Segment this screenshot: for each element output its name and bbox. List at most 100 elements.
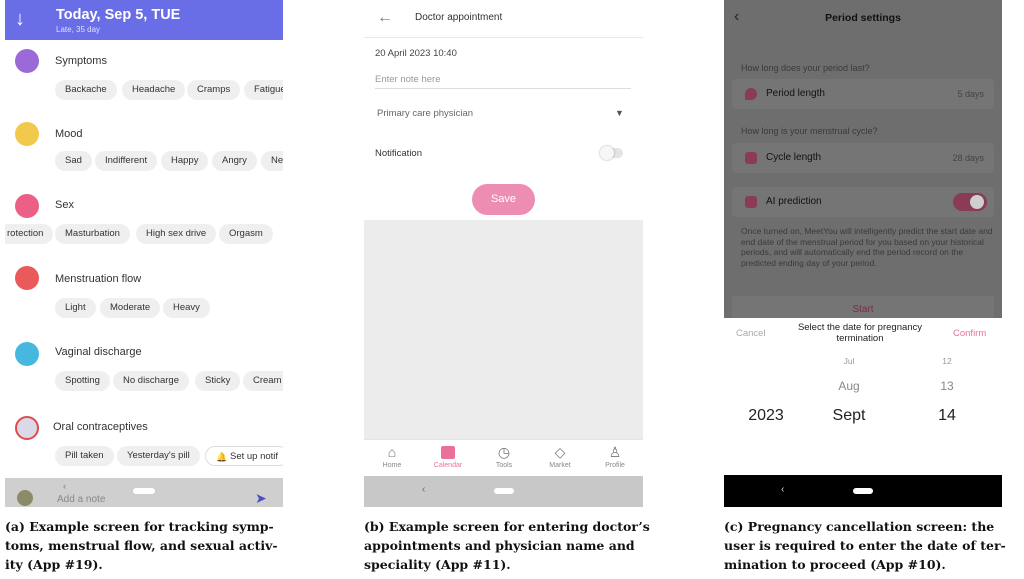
section-mood: Mood Sad Indifferent Happy Angry Ne <box>5 113 283 183</box>
section-menstruation-flow: Menstruation flow Light Moderate Heavy <box>5 260 283 332</box>
caption-c: (c) Pregnancy cancellation screen: the u… <box>724 519 1006 572</box>
ai-icon <box>745 196 757 208</box>
section-symptoms: Symptoms Backache Headache Cramps Fatigu… <box>5 40 283 110</box>
chip[interactable]: Moderate <box>100 298 161 318</box>
cancel-button[interactable]: Cancel <box>736 328 766 339</box>
home-indicator[interactable] <box>853 488 873 494</box>
nav-label: Calendar <box>433 462 463 469</box>
nav-home[interactable]: ⌂ Home <box>364 442 420 469</box>
chip[interactable]: Headache <box>122 80 186 100</box>
chip[interactable]: Yesterday's pill <box>117 446 200 466</box>
chip[interactable]: High sex drive <box>136 224 217 244</box>
system-nav-bar: ‹ <box>364 476 643 507</box>
sheet-title: Select the date for pregnancy terminatio… <box>797 322 923 344</box>
chip[interactable]: Orgasm <box>219 224 273 244</box>
symptom-tracker-screen: ↓ Today, Sep 5, TUE Late, 35 day Symptom… <box>5 0 283 507</box>
year-picker-selected[interactable]: 2023 <box>744 407 788 425</box>
arrow-down-icon[interactable]: ↓ <box>15 8 25 31</box>
chip[interactable]: Pill taken <box>55 446 114 466</box>
empty-area <box>364 220 643 439</box>
doctor-appointment-screen: ← Doctor appointment 20 April 2023 10:40… <box>364 0 643 507</box>
section-oral-contraceptives: Oral contraceptives Pill taken Yesterday… <box>5 408 283 478</box>
notification-toggle[interactable] <box>600 146 623 160</box>
month-picker-item[interactable]: Aug <box>829 379 869 393</box>
nav-tools[interactable]: ◷ Tools <box>476 442 532 469</box>
section-title: Sex <box>55 199 74 211</box>
period-length-row[interactable]: Period length 5 days <box>732 79 994 109</box>
tools-icon: ◷ <box>497 444 511 460</box>
caption-b: (b) Example screen for entering doctor’s… <box>364 519 650 572</box>
header-date: Today, Sep 5, TUE <box>56 7 181 23</box>
bell-icon: 🔔 <box>216 452 228 462</box>
month-picker-item[interactable]: Jul <box>829 356 869 366</box>
home-indicator[interactable] <box>494 488 514 494</box>
day-picker-item[interactable]: 12 <box>932 356 962 366</box>
chip[interactable]: Backache <box>55 80 117 100</box>
mood-emoji-icon <box>15 122 39 146</box>
system-nav-bar: ‹ <box>724 475 1002 507</box>
day-picker-item[interactable]: 13 <box>932 379 962 393</box>
nav-profile[interactable]: ♙ Profile <box>587 442 643 469</box>
profile-icon: ♙ <box>608 444 622 460</box>
nav-market[interactable]: ◇ Market <box>532 442 588 469</box>
physician-select[interactable]: Primary care physician <box>377 108 473 119</box>
section-vaginal-discharge: Vaginal discharge Spotting No discharge … <box>5 334 283 406</box>
set-up-notification-chip[interactable]: 🔔 Set up notif <box>205 446 283 466</box>
nav-label: Profile <box>605 462 625 469</box>
chip[interactable]: Spotting <box>55 371 110 391</box>
send-icon[interactable]: ➤ <box>255 490 267 507</box>
chip[interactable]: Heavy <box>163 298 210 318</box>
save-button[interactable]: Save <box>472 184 535 215</box>
nav-label: Home <box>382 462 402 469</box>
datetime-field[interactable]: 20 April 2023 10:40 <box>375 48 457 59</box>
cycle-icon <box>745 152 757 164</box>
date-picker-sheet: Cancel Select the date for pregnancy ter… <box>724 318 1002 475</box>
page-title: Period settings <box>825 12 901 24</box>
chip[interactable]: Light <box>55 298 96 318</box>
chip[interactable]: Indifferent <box>95 151 158 171</box>
ai-description: Once turned on, MeetYou will intelligent… <box>741 226 993 268</box>
chip[interactable]: Ne <box>261 151 283 171</box>
nav-calendar[interactable]: Calendar <box>420 442 476 469</box>
chip[interactable]: Masturbation <box>55 224 130 244</box>
chip[interactable]: No discharge <box>113 371 189 391</box>
date-header: ↓ Today, Sep 5, TUE Late, 35 day <box>5 0 283 40</box>
day-picker-selected[interactable]: 14 <box>932 407 962 425</box>
chip[interactable]: Happy <box>161 151 209 171</box>
note-input[interactable]: Add a note <box>57 494 105 505</box>
month-picker-selected[interactable]: Sept <box>824 407 874 425</box>
section-title: Symptoms <box>55 55 107 67</box>
period-settings-screen: ‹ Period settings How long does your per… <box>724 0 1002 507</box>
chevron-left-icon[interactable]: ‹ <box>63 481 66 491</box>
chip[interactable]: Angry <box>212 151 257 171</box>
avatar-emoji-icon <box>17 490 33 506</box>
drop-icon <box>745 88 757 100</box>
note-bar: ‹ Add a note ➤ <box>5 478 283 507</box>
section-title: Vaginal discharge <box>55 346 142 358</box>
chip[interactable]: Fatigue <box>244 80 283 100</box>
system-back-icon[interactable]: ‹ <box>422 484 425 495</box>
home-indicator[interactable] <box>133 488 155 494</box>
back-arrow-icon[interactable]: ← <box>377 9 393 27</box>
confirm-button[interactable]: Confirm <box>953 328 986 339</box>
system-back-icon[interactable]: ‹ <box>781 484 784 495</box>
dropdown-caret-icon[interactable]: ▼ <box>615 108 624 118</box>
chip[interactable]: Sticky <box>195 371 241 391</box>
nav-label: Market <box>549 462 571 469</box>
dimmed-settings: ‹ Period settings How long does your per… <box>724 0 1002 318</box>
market-icon: ◇ <box>554 444 566 460</box>
cycle-question: How long is your menstrual cycle? <box>741 126 878 136</box>
pill-emoji-icon <box>15 416 39 440</box>
chip[interactable]: Cramps <box>187 80 241 100</box>
period-value: 5 days <box>957 89 984 99</box>
cycle-length-row[interactable]: Cycle length 28 days <box>732 143 994 173</box>
chip[interactable]: rotection <box>5 224 54 244</box>
start-button[interactable]: Start <box>732 296 994 318</box>
note-input[interactable]: Enter note here <box>375 74 441 85</box>
cycle-value: 28 days <box>952 153 984 163</box>
section-title: Oral contraceptives <box>53 421 148 433</box>
chip[interactable]: Cream <box>243 371 283 391</box>
chip[interactable]: Sad <box>55 151 92 171</box>
divider <box>364 37 643 38</box>
ai-prediction-toggle[interactable] <box>953 193 987 211</box>
